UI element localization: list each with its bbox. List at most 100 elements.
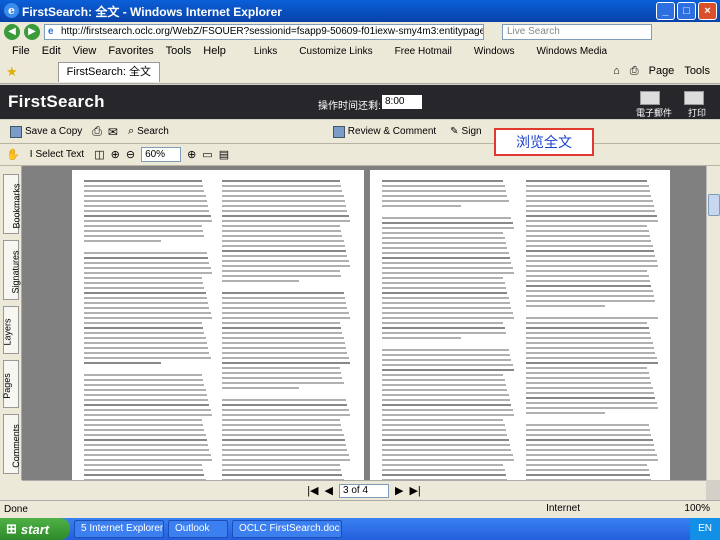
text-line [84,352,210,354]
email-label[interactable]: 電子郵件 [636,106,672,119]
text-line [382,242,507,244]
search-button[interactable]: ⌕ Search [124,123,173,141]
taskbar-item[interactable]: 5 Internet Explorer [74,520,164,538]
page-number-field[interactable]: 3 of 4 [339,483,389,498]
menu-tools[interactable]: Tools [160,45,198,57]
link-hotmail[interactable]: Free Hotmail [389,46,458,57]
taskbar-item[interactable]: OCLC FirstSearch.doc [232,520,342,538]
zoom-out-icon[interactable]: ⊖ [126,148,135,161]
text-line [222,235,343,237]
minimize-icon[interactable]: _ [656,2,675,20]
text-line [222,230,342,232]
text-line [526,429,651,431]
text-line [84,235,205,237]
text-line [84,474,205,476]
sidebar-tab-layers[interactable]: Layers [3,306,19,354]
zoom-level[interactable]: 100% [684,503,710,514]
email-icon[interactable]: ✉ [108,125,118,139]
menu-file[interactable]: File [6,45,36,57]
text-line [84,180,202,182]
text-line [84,185,204,187]
print-label[interactable]: 打印 [688,106,706,119]
pdf-document-view[interactable] [22,166,706,480]
text-line [382,439,509,441]
session-time-label: 操作时间还剩: [318,101,381,112]
text-line [222,322,340,324]
sidebar-tab-bookmarks[interactable]: Bookmarks [3,174,22,234]
review-comment-button[interactable]: Review & Comment [329,123,440,141]
zoom-in-icon[interactable]: ⊕ [111,148,120,161]
text-line [222,302,347,304]
security-zone: Internet [546,503,580,514]
snapshot-icon[interactable]: ◫ [94,148,104,161]
select-text-button[interactable]: I Select Text [26,146,89,164]
home-icon[interactable]: ⌂ [613,65,620,78]
email-icon[interactable] [640,91,660,105]
sidebar-tab-comments[interactable]: Comments [3,414,21,474]
text-line [526,367,648,369]
menu-help[interactable]: Help [197,45,232,57]
sidebar-tab-signatures[interactable]: Signatures [3,240,21,300]
text-line [84,459,212,461]
first-page-icon[interactable]: |◀ [307,484,318,497]
text-line [84,287,205,289]
tab-bar: ★ FirstSearch: 全文 ⌂ ⎙ Page Tools [0,60,720,84]
page-menu[interactable]: Page [649,65,675,78]
text-line [84,454,211,456]
save-copy-button[interactable]: Save a Copy [6,123,86,141]
zoom-in-plus-icon[interactable]: ⊕ [187,148,196,161]
scrollbar-thumb[interactable] [708,194,720,216]
firstsearch-logo: FirstSearch [8,92,105,111]
text-line [526,280,651,282]
view-full-text-button[interactable]: 浏览全文 [494,128,594,156]
link-customize[interactable]: Customize Links [293,46,378,57]
text-line [526,205,655,207]
select-text-label: Select Text [35,149,85,160]
start-button[interactable]: ⊞ start [0,518,70,540]
text-line [382,282,505,284]
forward-arrow-icon[interactable]: ▶ [24,24,40,40]
favorites-star-icon[interactable]: ★ [6,64,18,80]
live-search-input[interactable]: Live Search [502,24,652,40]
vertical-scrollbar[interactable] [706,166,720,480]
fit-page-icon[interactable]: ▭ [202,148,212,161]
panel-options[interactable] [0,480,22,500]
tools-menu[interactable]: Tools [684,65,710,78]
pdf-toolbar: Save a Copy ⎙ ✉ ⌕ Search Review & Commen… [0,120,720,144]
text-line [222,275,342,277]
hand-tool-icon[interactable]: ✋ [6,148,20,161]
close-icon[interactable]: × [698,2,717,20]
text-line [84,220,212,222]
menu-edit[interactable]: Edit [36,45,67,57]
tab-firstsearch[interactable]: FirstSearch: 全文 [57,61,161,82]
link-windows-media[interactable]: Windows Media [530,46,613,57]
text-line [382,354,511,356]
back-arrow-icon[interactable]: ◀ [4,24,20,40]
pages-label: Pages [1,373,12,399]
sign-button[interactable]: ✎ Sign [446,123,485,141]
fit-width-icon[interactable]: ▤ [219,148,229,161]
next-page-icon[interactable]: ▶ [395,484,403,497]
pdf-page-left [72,170,364,480]
text-line [526,402,657,404]
text-line [84,409,211,411]
maximize-icon[interactable]: □ [677,2,696,20]
sidebar-tab-pages[interactable]: Pages [1,360,19,408]
print-icon[interactable]: ⎙ [92,124,102,139]
text-line [222,225,340,227]
zoom-field[interactable]: 60% [141,147,182,162]
taskbar-item[interactable]: Outlook [168,520,228,538]
text-line [382,322,504,324]
print-icon[interactable] [684,91,704,105]
text-line [222,449,348,451]
print-icon[interactable]: ⎙ [630,65,639,78]
text-line [84,272,212,274]
previous-page-icon[interactable]: ◀ [325,484,333,497]
last-page-icon[interactable]: ▶| [409,484,420,497]
text-line [84,434,206,436]
url-input[interactable]: http://firstsearch.oclc.org/WebZ/FSOUER?… [44,24,484,40]
text-line [84,292,206,294]
link-windows[interactable]: Windows [468,46,521,57]
menu-view[interactable]: View [67,45,103,57]
menu-favorites[interactable]: Favorites [102,45,159,57]
